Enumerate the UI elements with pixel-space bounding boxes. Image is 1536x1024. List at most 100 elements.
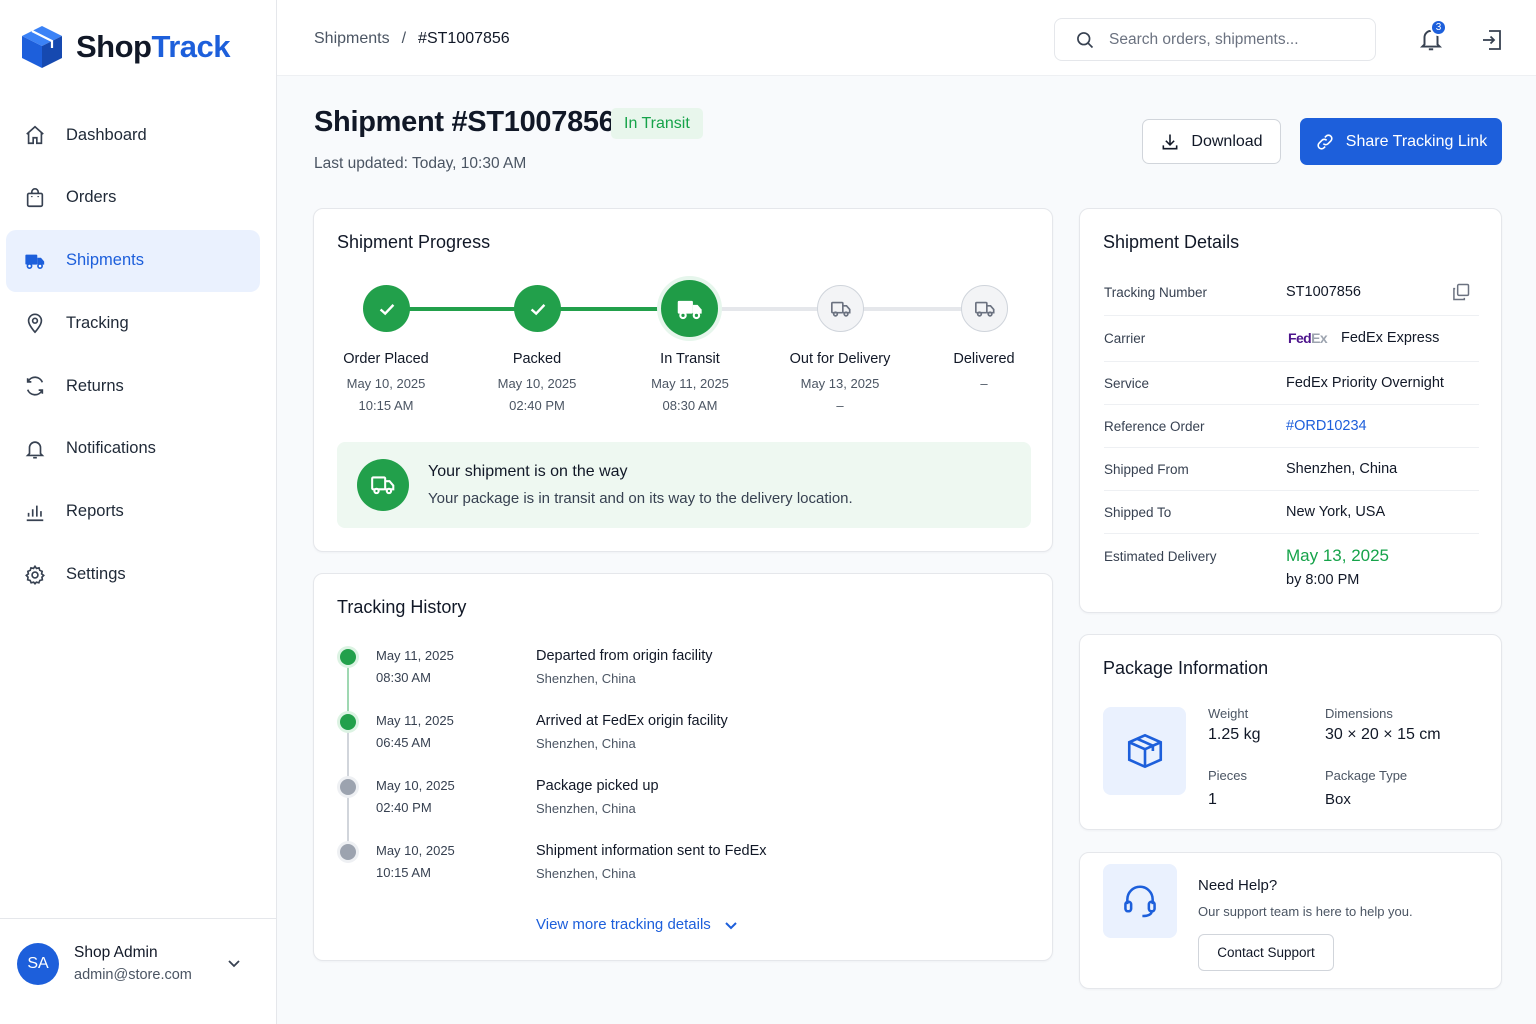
detail-label: Tracking Number [1104, 285, 1208, 300]
package-information-card: Package Information Weight 1.25 kg Dimen… [1079, 634, 1502, 830]
detail-row-eta: Estimated Delivery May 13, 2025 by 8:00 … [1104, 534, 1479, 594]
step-out-for-delivery [817, 285, 864, 332]
sidebar-item-returns[interactable]: Returns [6, 355, 260, 417]
detail-label: Shipped From [1104, 462, 1189, 477]
timeline-dot [340, 649, 356, 665]
package-box-icon [1127, 733, 1162, 769]
detail-label: Carrier [1104, 331, 1146, 346]
step-date: – [980, 376, 988, 391]
event-time: 02:40 PM [376, 800, 432, 815]
share-tracking-link-button[interactable]: Share Tracking Link [1300, 118, 1502, 165]
sidebar-item-label: Dashboard [66, 125, 147, 144]
details-title: Shipment Details [1103, 232, 1240, 252]
breadcrumb-separator: / [401, 30, 407, 47]
truck-icon [24, 250, 46, 272]
shipped-to: New York, USA [1286, 504, 1386, 520]
package-title: Package Information [1103, 658, 1269, 678]
step-label: Order Placed [343, 351, 429, 367]
pieces-value: 1 [1208, 791, 1217, 808]
gear-icon [24, 564, 46, 586]
detail-row-reference: Reference Order #ORD10234 [1104, 405, 1479, 448]
event-time: 10:15 AM [376, 865, 431, 880]
step-order-placed [363, 285, 410, 332]
weight-label: Weight [1208, 706, 1249, 721]
view-more-tracking-link[interactable]: View more tracking details [536, 916, 739, 933]
sidebar-item-settings[interactable]: Settings [6, 544, 260, 606]
sidebar-item-label: Returns [66, 376, 124, 395]
refresh-icon [24, 375, 46, 397]
step-date: May 13, 2025 [800, 376, 880, 391]
shipment-progress-card: Shipment Progress Order Placed May 10, 2… [313, 208, 1053, 552]
shipment-details-card: Shipment Details Tracking Number ST10078… [1079, 208, 1502, 613]
headset-icon [1124, 885, 1156, 918]
sidebar-item-dashboard[interactable]: Dashboard [6, 104, 260, 166]
truck-outline-icon [974, 301, 995, 317]
event-time: 08:30 AM [376, 670, 431, 685]
tracking-history-card: Tracking History May 11, 2025 08:30 AM D… [313, 573, 1053, 961]
fedex-logo: FedEx [1288, 330, 1328, 346]
page-title: Shipment #ST1007856 [314, 106, 615, 138]
step-packed [514, 285, 561, 332]
detail-row-tracking: Tracking Number ST1007856 [1104, 271, 1479, 316]
search-input[interactable] [1109, 30, 1359, 49]
dimensions-value: 30 × 20 × 15 cm [1325, 726, 1441, 743]
weight-value: 1.25 kg [1208, 726, 1261, 743]
tracking-number: ST1007856 [1286, 284, 1361, 300]
breadcrumb-parent[interactable]: Shipments [314, 30, 390, 48]
step-time: – [836, 398, 844, 413]
timeline-connector [347, 665, 349, 721]
step-label: Delivered [953, 351, 1015, 367]
sidebar-item-label: Notifications [66, 439, 156, 458]
user-email: admin@store.com [74, 967, 192, 983]
check-icon [379, 303, 394, 315]
sidebar-item-shipments[interactable]: Shipments [6, 229, 260, 292]
timeline-dot [340, 779, 356, 795]
breadcrumb-current: #ST1007856 [418, 30, 510, 47]
reference-order-link[interactable]: #ORD10234 [1286, 418, 1367, 434]
truck-outline-icon [830, 301, 851, 317]
download-label: Download [1191, 132, 1263, 150]
avatar: SA [17, 943, 59, 985]
download-icon [1162, 134, 1178, 149]
detail-row-carrier: Carrier FedEx FedEx Express [1104, 316, 1479, 362]
contact-support-button[interactable]: Contact Support [1198, 934, 1334, 971]
progress-title: Shipment Progress [337, 232, 491, 252]
truck-icon [677, 300, 702, 319]
sidebar-item-reports[interactable]: Reports [6, 481, 260, 543]
search-box[interactable] [1054, 18, 1376, 61]
home-icon [24, 124, 46, 146]
copy-icon[interactable] [1451, 282, 1471, 302]
eta-date: May 13, 2025 [1286, 546, 1390, 565]
chevron-down-icon[interactable] [226, 955, 242, 971]
event-location: Shenzhen, China [536, 671, 636, 686]
dimensions-label: Dimensions [1325, 706, 1393, 721]
package-icon-box [1103, 707, 1186, 795]
package-type-label: Package Type [1325, 768, 1408, 783]
user-name: Shop Admin [74, 944, 158, 961]
sidebar-item-notifications[interactable]: Notifications [6, 418, 260, 480]
logout-icon[interactable] [1480, 28, 1504, 52]
step-date: May 10, 2025 [497, 376, 577, 391]
event-date: May 10, 2025 [376, 778, 455, 793]
sidebar-item-label: Shipments [66, 251, 144, 270]
download-button[interactable]: Download [1142, 119, 1281, 164]
search-icon [1077, 31, 1094, 48]
brand[interactable]: ShopTrack [20, 24, 231, 70]
event-title: Package picked up [536, 778, 659, 794]
sidebar-item-label: Reports [66, 502, 124, 521]
detail-label: Shipped To [1104, 505, 1172, 520]
banner-text: Your package is in transit and on its wa… [428, 490, 853, 507]
step-date: May 10, 2025 [346, 376, 426, 391]
event-title: Shipment information sent to FedEx [536, 843, 767, 859]
sidebar-item-tracking[interactable]: Tracking [6, 292, 260, 354]
sidebar-nav: Dashboard Orders Shipments Tracking Retu… [6, 104, 260, 606]
help-text: Our support team is here to help you. [1198, 904, 1413, 919]
step-time: 02:40 PM [509, 398, 565, 413]
user-profile[interactable]: SA Shop Admin admin@store.com [0, 918, 277, 1024]
banner-title: Your shipment is on the way [428, 463, 628, 480]
event-location: Shenzhen, China [536, 801, 636, 816]
sidebar-item-orders[interactable]: Orders [6, 167, 260, 229]
step-time: 10:15 AM [358, 398, 414, 413]
step-delivered [961, 285, 1008, 332]
detail-label: Service [1104, 376, 1150, 391]
